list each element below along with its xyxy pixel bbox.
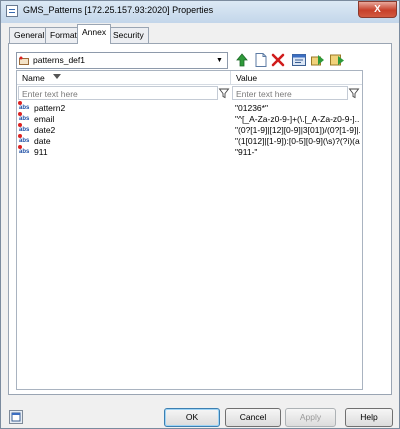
- table-row[interactable]: abs email "^[_A-Za-z0-9-]+(\.[_A-Za-z0-9…: [17, 112, 362, 125]
- edit-icon[interactable]: [291, 52, 307, 68]
- filter-icon[interactable]: [218, 86, 230, 100]
- row-value: "(0?[1-9]|[12][0-9]|3[01])/(0?[1-9]|...: [235, 125, 360, 135]
- row-name: date2: [34, 125, 56, 135]
- column-name-label: Name: [22, 73, 45, 83]
- row-icon-text: abs: [19, 138, 30, 144]
- table-row[interactable]: abs date2 "(0?[1-9]|[12][0-9]|3[01])/(0?…: [17, 123, 362, 136]
- chevron-down-icon[interactable]: ▼: [214, 55, 225, 66]
- window-info-icon[interactable]: [9, 410, 23, 424]
- pattern-set-icon: [19, 56, 29, 65]
- row-icon-text: abs: [19, 105, 30, 111]
- dropdown-value: patterns_def1: [33, 55, 85, 65]
- tab-annex[interactable]: Annex: [77, 24, 112, 44]
- tab-general[interactable]: General: [9, 27, 50, 43]
- row-name: email: [34, 114, 55, 124]
- app-icon: [6, 5, 18, 17]
- row-value: "01236*": [235, 103, 268, 113]
- row-icon-text: abs: [19, 116, 30, 122]
- cancel-button[interactable]: Cancel: [225, 408, 281, 427]
- table-row[interactable]: abs date "(1[012]|[1-9]):[0-5][0-9](\s)?…: [17, 134, 362, 147]
- row-value: "911-": [235, 147, 258, 157]
- pattern-dropdown[interactable]: patterns_def1 ▼: [16, 52, 228, 69]
- export-icon[interactable]: [329, 52, 345, 68]
- apply-button[interactable]: Apply: [285, 408, 336, 427]
- table-row[interactable]: abs 911 "911-": [17, 145, 362, 158]
- ok-button[interactable]: OK: [164, 408, 220, 427]
- new-page-icon[interactable]: [253, 52, 269, 68]
- window-title: GMS_Patterns [172.25.157.93:2020] Proper…: [23, 5, 214, 15]
- row-value: "(1[012]|[1-9]):[0-5][0-9](\s)?(?i)(a...: [235, 136, 360, 146]
- table-row[interactable]: abs pattern2 "01236*": [17, 101, 362, 114]
- row-name: date: [34, 136, 51, 146]
- annex-grid[interactable]: Name Value Enter text here Enter text he…: [16, 70, 363, 390]
- value-filter-input[interactable]: Enter text here: [232, 86, 348, 100]
- tab-security[interactable]: Security: [108, 27, 149, 43]
- sort-desc-icon: [53, 74, 61, 79]
- filter-icon[interactable]: [348, 86, 360, 100]
- row-icon-text: abs: [19, 149, 30, 155]
- help-button[interactable]: Help: [345, 408, 393, 427]
- column-value-label: Value: [236, 73, 258, 83]
- row-value: "^[_A-Za-z0-9-]+(\.[_A-Za-z0-9-]...: [235, 114, 360, 124]
- name-filter-input[interactable]: Enter text here: [18, 86, 218, 100]
- row-icon-text: abs: [19, 127, 30, 133]
- row-name: pattern2: [34, 103, 66, 113]
- up-arrow-icon[interactable]: [234, 52, 250, 68]
- delete-icon[interactable]: [270, 52, 286, 68]
- row-name: 911: [34, 147, 48, 157]
- string-value-icon: abs: [18, 145, 32, 157]
- import-icon[interactable]: [310, 52, 326, 68]
- column-header-name[interactable]: Name: [17, 71, 231, 85]
- column-header-value[interactable]: Value: [231, 71, 362, 85]
- close-button[interactable]: X: [358, 1, 397, 18]
